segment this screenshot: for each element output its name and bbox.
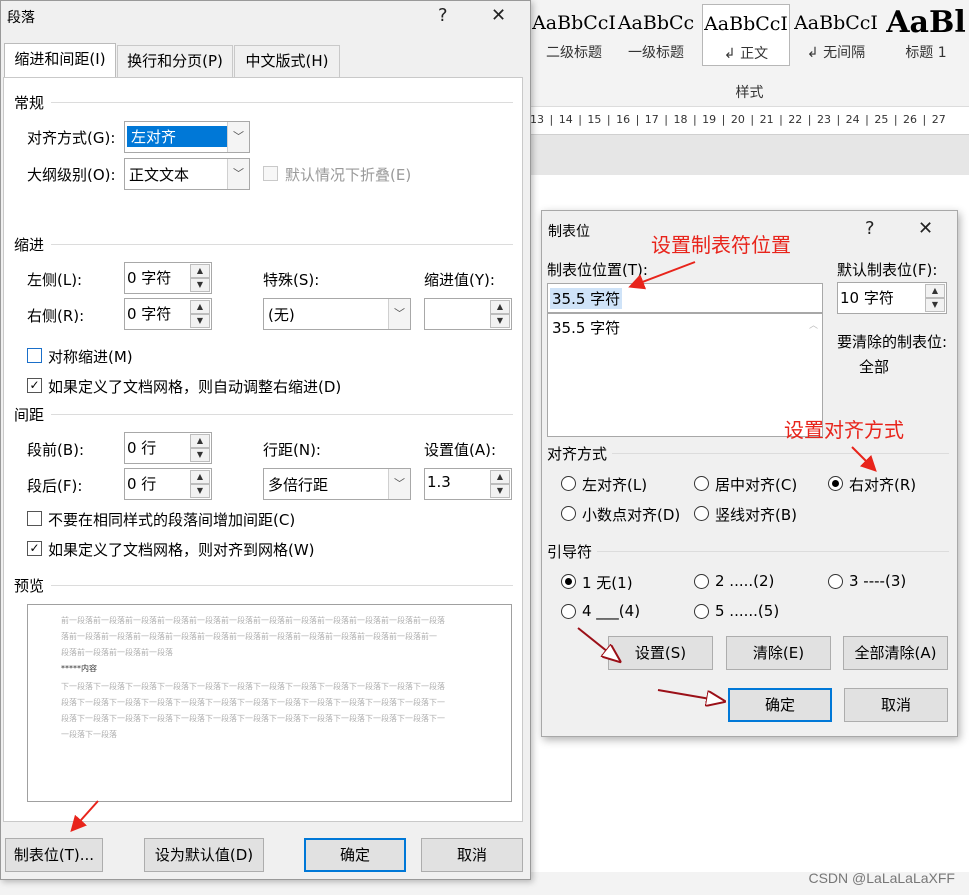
arrow-to-position-icon	[628, 261, 696, 290]
arrow-to-tabs-button-icon	[70, 800, 99, 832]
arrow-to-right-align-icon	[851, 446, 877, 472]
arrow-to-ok-button-icon	[657, 689, 722, 701]
arrow-to-set-button-icon	[577, 627, 618, 660]
annotation-arrows	[70, 261, 877, 832]
